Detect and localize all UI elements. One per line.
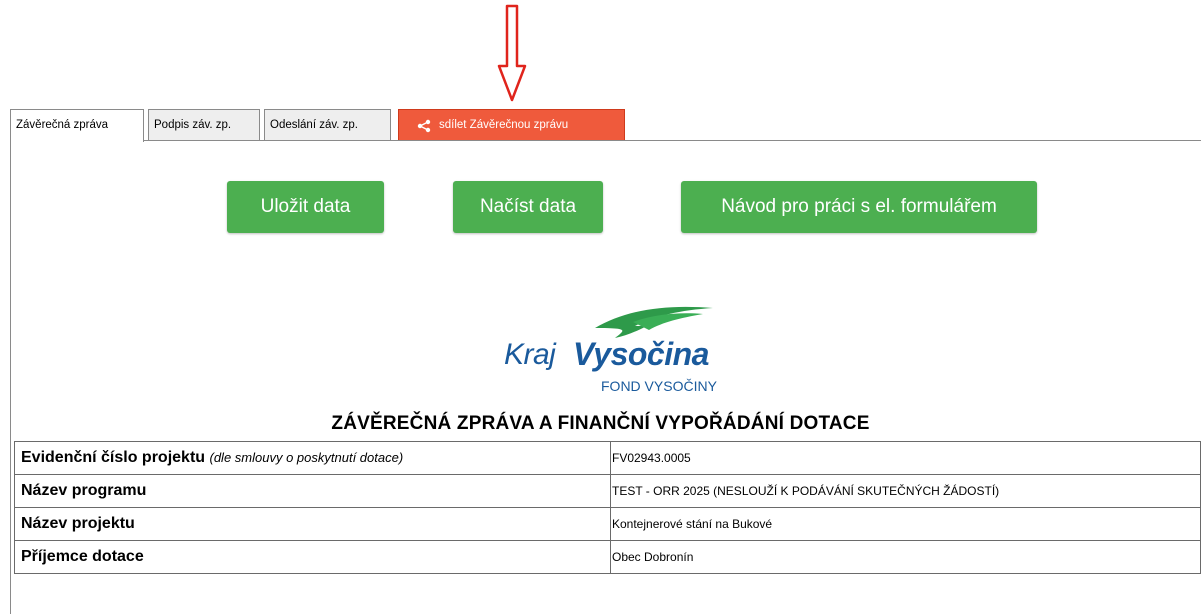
row-label: Příjemce dotace [14, 540, 611, 574]
tab-odeslani[interactable]: Odeslání záv. zp. [264, 109, 391, 141]
logo-fond-text: FOND VYSOČINY [601, 378, 717, 394]
label-text: Evidenční číslo projektu [21, 449, 206, 466]
tab-zaverecna-zprava[interactable]: Závěrečná zpráva [10, 109, 144, 142]
form-guide-button[interactable]: Návod pro práci s el. formulářem [681, 181, 1037, 233]
kraj-vysocina-logo: Kraj Vysočina FOND VYSOČINY [490, 300, 730, 400]
table-row: Příjemce dotace Obec Dobronín [14, 540, 1201, 574]
save-data-button[interactable]: Uložit data [227, 181, 384, 233]
row-value-recipient: Obec Dobronín [610, 540, 1201, 574]
logo-kraj-text: Kraj [504, 338, 556, 371]
table-row: Evidenční číslo projektu (dle smlouvy o … [14, 441, 1201, 475]
logo-vysocina-text: Vysočina [573, 336, 709, 372]
label-text: Název projektu [21, 515, 135, 532]
logo-swoosh-icon [595, 306, 713, 338]
share-icon [417, 119, 431, 133]
row-value-program-name: TEST - ORR 2025 (NESLOUŽÍ K PODÁVÁNÍ SKU… [610, 474, 1201, 508]
document-title: ZÁVĚREČNÁ ZPRÁVA A FINANČNÍ VYPOŘÁDÁNÍ D… [331, 413, 870, 434]
row-label: Název programu [14, 474, 611, 508]
row-value-project-name: Kontejnerové stání na Bukové [610, 507, 1201, 541]
label-text: Příjemce dotace [21, 548, 144, 565]
down-arrow-annotation-icon [497, 4, 527, 102]
table-row: Název projektu Kontejnerové stání na Buk… [14, 507, 1201, 541]
tab-share-report[interactable]: sdílet Závěrečnou zprávu [398, 109, 625, 141]
row-label: Evidenční číslo projektu (dle smlouvy o … [14, 441, 611, 475]
tab-label: Odeslání záv. zp. [270, 119, 358, 131]
table-row: Název programu TEST - ORR 2025 (NESLOUŽÍ… [14, 474, 1201, 508]
tab-label: sdílet Závěrečnou zprávu [439, 119, 569, 131]
label-note: (dle smlouvy o poskytnutí dotace) [209, 450, 404, 465]
tab-label: Závěrečná zpráva [16, 119, 109, 131]
tab-podpis[interactable]: Podpis záv. zp. [148, 109, 260, 141]
project-info-table: Evidenční číslo projektu (dle smlouvy o … [14, 441, 1201, 574]
label-text: Název programu [21, 482, 147, 499]
tab-label: Podpis záv. zp. [154, 119, 232, 131]
row-value-project-number: FV02943.0005 [610, 441, 1201, 475]
load-data-button[interactable]: Načíst data [453, 181, 603, 233]
row-label: Název projektu [14, 507, 611, 541]
